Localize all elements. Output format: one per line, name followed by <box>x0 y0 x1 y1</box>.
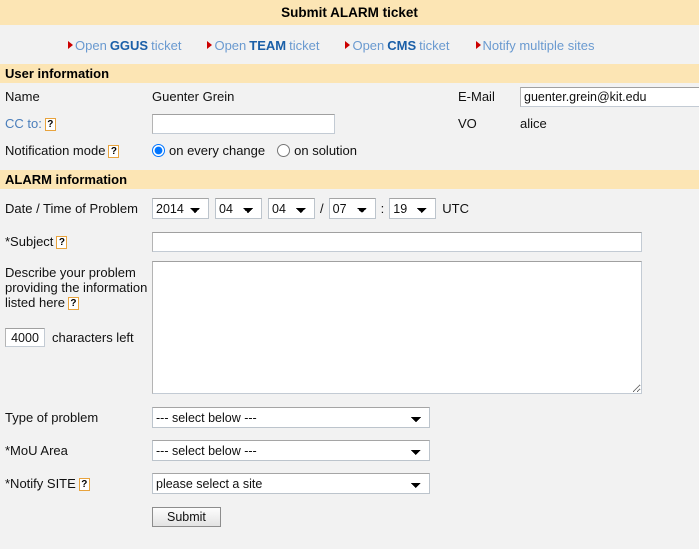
date-year-select[interactable]: 2014 <box>152 198 209 219</box>
open-ggus-ticket-strong: GGUS <box>109 37 149 53</box>
notification-mode-label-wrap: Notification mode? <box>5 142 152 159</box>
date-month-select[interactable]: 04 <box>215 198 262 219</box>
section-header-alarm-information: ALARM information <box>0 170 699 189</box>
cc-to-label-wrap: CC to:? <box>5 116 152 132</box>
notify-site-label-wrap: *Notify SITE? <box>5 475 152 492</box>
alarm-information-block: Date / Time of Problem 2014 04 04 / 07 :… <box>0 189 699 530</box>
radio-on-solution[interactable] <box>277 144 291 157</box>
subject-label-wrap: *Subject? <box>5 233 152 250</box>
name-value: Guenter Grein <box>152 89 235 104</box>
describe-problem-help-icon[interactable]: ? <box>67 297 79 311</box>
radio-on-every-change-label: on every change <box>169 143 266 158</box>
notification-mode-label: Notification mode <box>5 142 106 158</box>
radio-on-solution-wrap[interactable]: on solution <box>277 143 369 158</box>
row-mou-area: *MoU Area --- select below --- <box>0 437 699 464</box>
characters-left-counter <box>5 328 45 348</box>
name-label: Name <box>5 89 40 104</box>
subject-help-icon[interactable]: ? <box>56 236 68 250</box>
radio-on-every-change[interactable] <box>152 144 165 157</box>
notify-site-help-icon[interactable]: ? <box>78 478 90 492</box>
row-submit: Submit <box>0 503 699 530</box>
timezone-label: UTC <box>442 201 469 216</box>
mou-area-label: *MoU Area <box>5 443 68 458</box>
row-notify-site: *Notify SITE? please select a site <box>0 470 699 497</box>
open-team-ticket-link[interactable]: Open TEAM ticket <box>207 38 319 53</box>
open-cms-ticket-link[interactable]: Open CMS ticket <box>345 37 450 53</box>
open-team-ticket-pre: Open <box>214 37 247 53</box>
row-describe-problem: Describe your problem providing the info… <box>0 261 699 394</box>
open-ggus-ticket-pre: Open <box>75 37 107 53</box>
row-type-of-problem: Type of problem --- select below --- <box>0 404 699 431</box>
describe-problem-textarea[interactable] <box>152 261 642 394</box>
cc-to-label[interactable]: CC to: <box>5 116 42 131</box>
radio-on-every-change-wrap[interactable]: on every change <box>152 143 277 158</box>
mou-area-select[interactable]: --- select below --- <box>152 440 430 461</box>
user-information-block: Name Guenter Grein E-Mail CC to:? VO ali… <box>0 83 699 170</box>
row-notification-mode: Notification mode? on every change on so… <box>0 137 699 164</box>
type-of-problem-label: Type of problem <box>5 410 99 425</box>
open-cms-ticket-strong: CMS <box>387 37 417 53</box>
time-minute-select[interactable]: 19 <box>389 198 437 219</box>
notify-multiple-sites-link[interactable]: Notify multiple sites <box>475 37 595 53</box>
subject-input[interactable] <box>152 231 642 252</box>
time-hour-select[interactable]: 07 <box>328 198 376 219</box>
cc-to-help-icon[interactable]: ? <box>44 118 56 132</box>
cc-to-input[interactable] <box>152 113 335 134</box>
open-ggus-ticket-link[interactable]: Open GGUS ticket <box>68 38 181 53</box>
date-separator: / <box>320 201 324 216</box>
row-subject: *Subject? <box>0 228 699 255</box>
open-team-ticket-post: ticket <box>289 37 320 53</box>
row-cc-vo: CC to:? VO alice <box>0 110 699 137</box>
subject-label: *Subject <box>5 233 54 249</box>
time-separator: : <box>380 201 385 216</box>
radio-on-solution-label: on solution <box>294 143 358 158</box>
notify-site-label: *Notify SITE <box>5 475 76 491</box>
notification-mode-help-icon[interactable]: ? <box>108 145 120 159</box>
vo-label: VO <box>458 116 477 131</box>
bullet-icon <box>68 41 73 49</box>
notify-multiple-sites-label: Notify multiple sites <box>482 37 595 53</box>
bullet-icon <box>345 41 351 49</box>
page-title: Submit ALARM ticket <box>0 0 699 26</box>
type-of-problem-select[interactable]: --- select below --- <box>152 407 430 428</box>
bullet-icon <box>475 41 481 49</box>
open-team-ticket-strong: TEAM <box>249 37 287 53</box>
vo-value: alice <box>520 116 547 131</box>
describe-problem-label-wrap: Describe your problem providing the info… <box>5 261 152 348</box>
characters-left-label: characters left <box>52 330 134 346</box>
quick-links-bar: Open GGUS ticket Open TEAM ticket Open C… <box>0 26 699 64</box>
open-cms-ticket-pre: Open <box>352 37 385 53</box>
email-label: E-Mail <box>458 89 495 104</box>
row-date-time: Date / Time of Problem 2014 04 04 / 07 :… <box>0 195 699 222</box>
date-time-label: Date / Time of Problem <box>5 201 138 216</box>
alarm-ticket-form-page: Submit ALARM ticket Open GGUS ticket Ope… <box>0 0 699 549</box>
section-header-user-information: User information <box>0 64 699 83</box>
row-name-email: Name Guenter Grein E-Mail <box>0 83 699 110</box>
submit-button[interactable]: Submit <box>152 506 221 527</box>
date-day-select[interactable]: 04 <box>268 198 315 219</box>
open-cms-ticket-post: ticket <box>419 37 450 53</box>
open-ggus-ticket-post: ticket <box>151 37 182 53</box>
email-field[interactable] <box>520 86 699 107</box>
bullet-icon <box>207 41 213 49</box>
notify-site-select[interactable]: please select a site <box>152 473 430 494</box>
